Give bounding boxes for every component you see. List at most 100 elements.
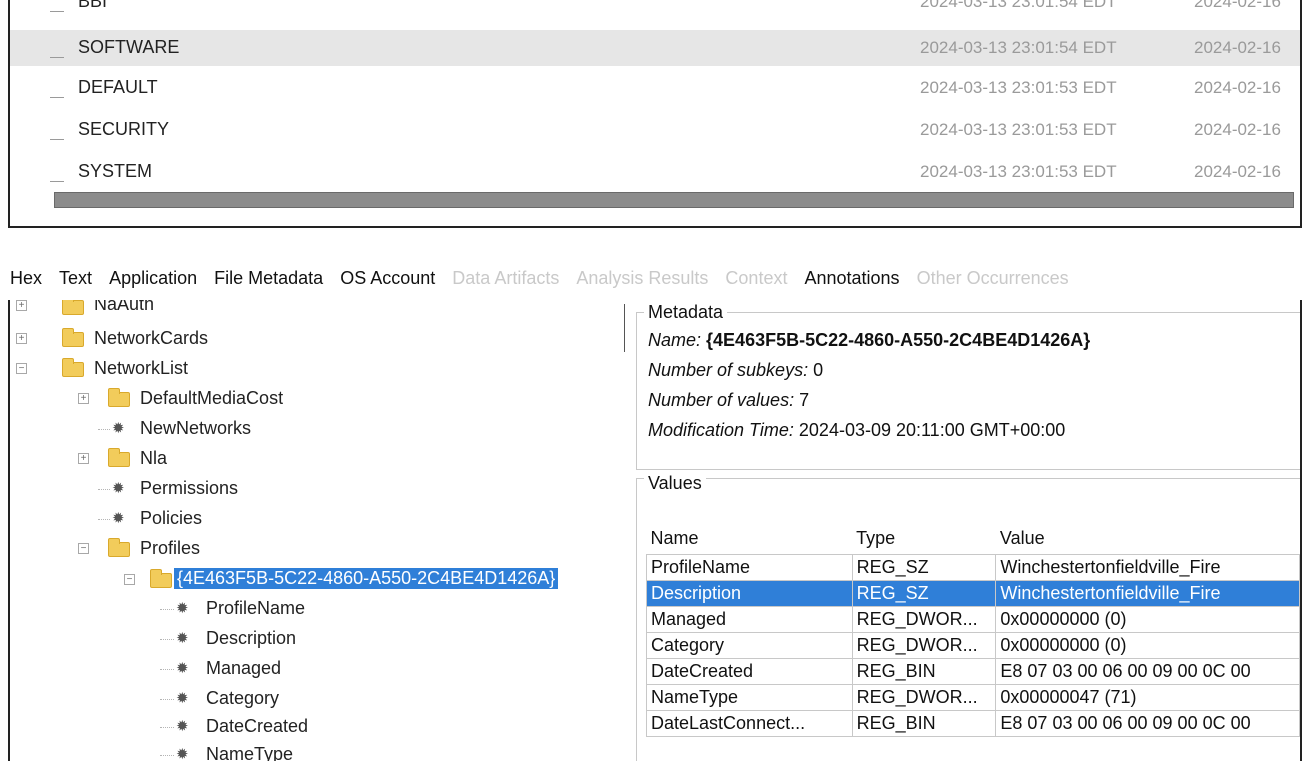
file-modified-time: 2024-03-13 23:01:54 EDT: [920, 38, 1117, 57]
expand-icon[interactable]: +: [16, 300, 27, 311]
table-row[interactable]: Category REG_DWOR... 0x00000000 (0): [646, 631, 1300, 659]
file-created-time: 2024-02-16: [1194, 162, 1281, 181]
tab-analysis-results: Analysis Results: [576, 268, 709, 288]
value-name-cell: Managed: [646, 605, 853, 633]
tree-node-defaultmediacost[interactable]: + DefaultMediaCost: [10, 386, 330, 412]
tree-node-networklist[interactable]: − NetworkList: [10, 356, 310, 382]
metadata-name-value: {4E463F5B-5C22-4860-A550-2C4BE4D1426A}: [706, 330, 1091, 350]
tree-label: DefaultMediaCost: [140, 388, 284, 408]
collapse-icon[interactable]: −: [78, 543, 89, 554]
pane-splitter[interactable]: [624, 300, 632, 761]
tab-file-metadata[interactable]: File Metadata: [214, 268, 323, 289]
tree-node-policies[interactable]: ✹ Policies: [10, 506, 330, 532]
value-type-cell: REG_BIN: [851, 709, 997, 737]
table-row-selected[interactable]: Description REG_SZ Winchestertonfieldvil…: [646, 579, 1300, 607]
value-type-cell: REG_BIN: [851, 657, 997, 685]
collapse-icon[interactable]: −: [124, 574, 135, 585]
registry-details-panel: Metadata Name: {4E463F5B-5C22-4860-A550-…: [634, 300, 1300, 761]
value-name-cell: ProfileName: [646, 553, 853, 581]
metadata-subkeys-value: 0: [813, 360, 824, 380]
file-name: SYSTEM: [78, 161, 153, 181]
tree-node-datecreated[interactable]: ✹ DateCreated: [10, 714, 370, 740]
tree-node-naauth[interactable]: + NaAuth: [10, 300, 310, 320]
horizontal-scrollbar[interactable]: [54, 192, 1294, 208]
tree-label: NewNetworks: [140, 418, 252, 438]
value-data-cell: 0x00000000 (0): [995, 605, 1300, 633]
tree-label: Category: [206, 688, 280, 708]
tree-node-networkcards[interactable]: + NetworkCards: [10, 326, 310, 352]
file-modified-time: 2024-03-13 23:01:54 EDT: [920, 0, 1117, 11]
file-row[interactable]: SYSTEM 2024-03-13 23:01:53 EDT 2024-02-1…: [10, 154, 1300, 190]
column-header-value[interactable]: Value: [996, 524, 1300, 554]
metadata-mtime-line: Modification Time: 2024-03-09 20:11:00 G…: [648, 420, 1065, 441]
tree-node-profile-guid[interactable]: − {4E463F5B-5C22-4860-A550-2C4BE4D1426A}: [10, 566, 624, 592]
table-row[interactable]: Managed REG_DWOR... 0x00000000 (0): [646, 605, 1300, 633]
table-row[interactable]: ProfileName REG_SZ Winchestertonfieldvil…: [646, 553, 1300, 581]
row-checkbox[interactable]: [50, 139, 64, 140]
metadata-mtime-value: 2024-03-09 20:11:00 GMT+00:00: [798, 420, 1066, 440]
metadata-values-value: 7: [799, 390, 810, 410]
row-checkbox[interactable]: [50, 97, 64, 98]
registry-value-icon: ✹: [176, 660, 189, 677]
file-name: SECURITY: [78, 119, 170, 139]
registry-value-icon: ✹: [176, 690, 189, 707]
metadata-values-label: Number of values:: [648, 390, 795, 410]
tab-application[interactable]: Application: [109, 268, 197, 289]
tab-data-artifacts: Data Artifacts: [452, 268, 560, 288]
registry-viewer: + NaAuth + NetworkCards − NetworkList + …: [8, 300, 1302, 761]
row-checkbox[interactable]: [50, 57, 64, 58]
folder-icon: [108, 388, 130, 407]
value-name-cell: Category: [646, 631, 853, 659]
tree-node-nla[interactable]: + Nla: [10, 446, 330, 472]
table-row[interactable]: DateLastConnect... REG_BIN E8 07 03 00 0…: [646, 709, 1300, 737]
tree-node-nametype[interactable]: ✹ NameType: [10, 742, 370, 761]
file-row[interactable]: BBI 2024-03-13 23:01:54 EDT 2024-02-16: [10, 0, 1300, 20]
row-checkbox[interactable]: [50, 11, 64, 12]
metadata-name-line: Name: {4E463F5B-5C22-4860-A550-2C4BE4D14…: [648, 330, 1090, 351]
tab-hex[interactable]: Hex: [10, 268, 42, 289]
expand-icon[interactable]: +: [78, 453, 89, 464]
column-header-type[interactable]: Type: [852, 524, 996, 554]
folder-icon: [62, 300, 84, 315]
value-data-cell: 0x00000000 (0): [995, 631, 1300, 659]
metadata-subkeys-label: Number of subkeys:: [648, 360, 809, 380]
file-row[interactable]: SECURITY 2024-03-13 23:01:53 EDT 2024-02…: [10, 112, 1300, 148]
tree-label: NetworkList: [94, 358, 189, 378]
folder-icon: [108, 538, 130, 557]
column-header-name[interactable]: Name: [647, 524, 853, 554]
tab-text[interactable]: Text: [59, 268, 92, 289]
tree-node-profilename[interactable]: ✹ ProfileName: [10, 596, 370, 622]
registry-value-icon: ✹: [176, 718, 189, 735]
file-name: DEFAULT: [78, 77, 158, 97]
table-row[interactable]: NameType REG_DWOR... 0x00000047 (71): [646, 683, 1300, 711]
table-row[interactable]: DateCreated REG_BIN E8 07 03 00 06 00 09…: [646, 657, 1300, 685]
value-name-cell: DateLastConnect...: [646, 709, 853, 737]
file-created-time: 2024-02-16: [1194, 38, 1281, 57]
metadata-mtime-label: Modification Time:: [648, 420, 794, 440]
folder-icon: [108, 448, 130, 467]
folder-icon: [62, 328, 84, 347]
tree-label: Profiles: [140, 538, 201, 558]
tree-node-managed[interactable]: ✹ Managed: [10, 656, 370, 682]
value-type-cell: REG_DWOR...: [851, 631, 997, 659]
tree-label: NetworkCards: [94, 328, 209, 348]
expand-icon[interactable]: +: [16, 333, 27, 344]
file-row[interactable]: SOFTWARE 2024-03-13 23:01:54 EDT 2024-02…: [10, 30, 1300, 66]
file-created-time: 2024-02-16: [1194, 120, 1281, 139]
value-type-cell: REG_DWOR...: [851, 683, 997, 711]
tree-node-permissions[interactable]: ✹ Permissions: [10, 476, 330, 502]
tree-node-newnetworks[interactable]: ✹ NewNetworks: [10, 416, 330, 442]
tree-node-profiles[interactable]: − Profiles: [10, 536, 330, 562]
expand-icon[interactable]: +: [78, 393, 89, 404]
file-row[interactable]: DEFAULT 2024-03-13 23:01:53 EDT 2024-02-…: [10, 70, 1300, 106]
tree-label: Nla: [140, 448, 168, 468]
tab-annotations[interactable]: Annotations: [804, 268, 899, 289]
row-checkbox[interactable]: [50, 181, 64, 182]
tab-os-account[interactable]: OS Account: [340, 268, 435, 289]
tree-node-category[interactable]: ✹ Category: [10, 686, 370, 712]
file-name: BBI: [78, 0, 108, 11]
metadata-subkeys-line: Number of subkeys: 0: [648, 360, 823, 381]
collapse-icon[interactable]: −: [16, 363, 27, 374]
file-modified-time: 2024-03-13 23:01:53 EDT: [920, 120, 1117, 139]
tree-node-description[interactable]: ✹ Description: [10, 626, 370, 652]
